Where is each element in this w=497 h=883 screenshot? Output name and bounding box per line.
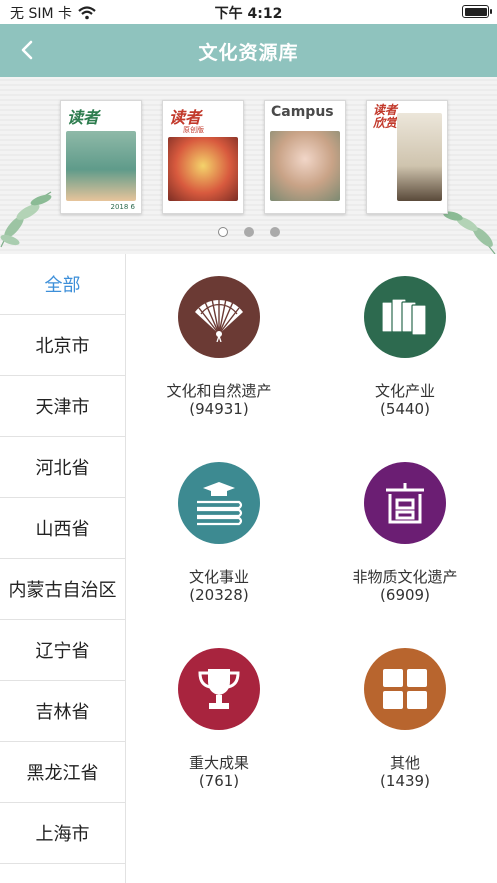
category-grid: 文化和自然遗产 (94931) 文化产业 (5440) 文化事业 (20328)…: [126, 254, 497, 883]
pagination-dot-3[interactable]: [269, 227, 280, 237]
magazine-subtitle: 原创版: [183, 126, 204, 134]
sidebar-item-all[interactable]: 全部: [0, 254, 125, 315]
sidebar-item-label: 吉林省: [35, 702, 90, 723]
sidebar-item-label: 辽宁省: [35, 641, 90, 662]
magazine-cover-2[interactable]: 读者 原创版: [162, 100, 244, 214]
category-cultural-natural-heritage[interactable]: 文化和自然遗产 (94931): [126, 276, 312, 418]
carousel-pagination: [0, 227, 497, 237]
category-count: (94931): [189, 400, 249, 418]
page-title: 文化资源库: [198, 42, 299, 64]
magazine-cover-3[interactable]: Campus 08: [264, 100, 346, 214]
books-graduation-cap-icon: [197, 482, 243, 526]
pagination-dot-1[interactable]: [217, 227, 228, 237]
nav-bar: 文化资源库: [0, 24, 497, 77]
magazine-list: 读者 2018 6 读者 原创版 Campus 08 读者欣赏: [60, 100, 448, 214]
category-intangible-heritage[interactable]: 非物质文化遗产 (6909): [312, 462, 497, 604]
region-sidebar: 全部 北京市 天津市 河北省 山西省 内蒙古自治区 辽宁省 吉林省 黑龙江省 上…: [0, 254, 126, 883]
sidebar-item-label: 天津市: [35, 397, 90, 418]
pagination-dot-2[interactable]: [243, 227, 254, 237]
category-count: (5440): [380, 400, 430, 418]
category-count: (1439): [380, 772, 430, 790]
banner-carousel[interactable]: 读者 2018 6 读者 原创版 Campus 08 读者欣赏: [0, 77, 497, 254]
sidebar-item-beijing[interactable]: 北京市: [0, 315, 125, 376]
battery-icon: [462, 5, 492, 18]
magazine-cover-art: [397, 113, 442, 201]
folding-fan-icon: [195, 298, 243, 342]
category-icon-circle: [178, 648, 260, 730]
category-name: 重大成果: [188, 754, 249, 772]
category-icon-circle: [364, 276, 446, 358]
category-other[interactable]: 其他 (1439): [312, 648, 497, 790]
magazine-issue: 08: [330, 203, 339, 211]
sidebar-item-shanghai[interactable]: 上海市: [0, 803, 125, 864]
sidebar-item-label: 河北省: [35, 458, 90, 479]
status-bar: 无 SIM 卡 下午 4:12: [0, 0, 497, 24]
magazine-cover-1[interactable]: 读者 2018 6: [60, 100, 142, 214]
sidebar-item-jilin[interactable]: 吉林省: [0, 681, 125, 742]
category-icon-circle: [178, 462, 260, 544]
sidebar-item-tianjin[interactable]: 天津市: [0, 376, 125, 437]
category-major-achievements[interactable]: 重大成果 (761): [126, 648, 312, 790]
category-count: (761): [198, 772, 240, 790]
category-count: (20328): [189, 586, 249, 604]
sidebar-item-heilongjiang[interactable]: 黑龙江省: [0, 742, 125, 803]
grid-icon: [383, 669, 427, 709]
sidebar-item-label: 全部: [44, 275, 81, 296]
category-name: 文化产业: [374, 382, 435, 400]
magazine-cover-art: [270, 131, 340, 201]
magazine-cover-4[interactable]: 读者欣赏: [366, 100, 448, 214]
category-icon-circle: [364, 462, 446, 544]
sidebar-item-neimenggu[interactable]: 内蒙古自治区: [0, 559, 125, 620]
sidebar-item-shanxi[interactable]: 山西省: [0, 498, 125, 559]
magazine-masthead: 读者: [67, 108, 100, 127]
magazine-cover-art: [66, 131, 136, 201]
category-icon-circle: [364, 648, 446, 730]
category-name: 文化和自然遗产: [166, 382, 272, 400]
category-cultural-undertakings[interactable]: 文化事业 (20328): [126, 462, 312, 604]
chinese-seal-icon: [386, 483, 424, 524]
category-count: (6909): [380, 586, 430, 604]
status-time: 下午 4:12: [214, 6, 283, 22]
sidebar-item-liaoning[interactable]: 辽宁省: [0, 620, 125, 681]
category-icon-circle: [178, 276, 260, 358]
leaf-decoration-left: [0, 191, 52, 248]
magazine-cover-art: [168, 137, 238, 201]
books-stack-icon: [381, 298, 427, 336]
sidebar-item-label: 上海市: [35, 824, 90, 845]
magazine-issue: 2018 6: [110, 203, 136, 211]
sidebar-item-label: 黑龙江省: [26, 763, 99, 784]
sidebar-item-hebei[interactable]: 河北省: [0, 437, 125, 498]
category-name: 文化事业: [188, 568, 249, 586]
category-name: 其他: [389, 754, 420, 772]
category-cultural-industry[interactable]: 文化产业 (5440): [312, 276, 497, 418]
sidebar-item-label: 内蒙古自治区: [8, 580, 117, 601]
category-name: 非物质文化遗产: [352, 568, 458, 586]
magazine-masthead: Campus: [271, 104, 334, 120]
trophy-icon: [198, 669, 240, 709]
sidebar-item-label: 山西省: [35, 519, 90, 540]
sidebar-item-label: 北京市: [35, 336, 90, 357]
